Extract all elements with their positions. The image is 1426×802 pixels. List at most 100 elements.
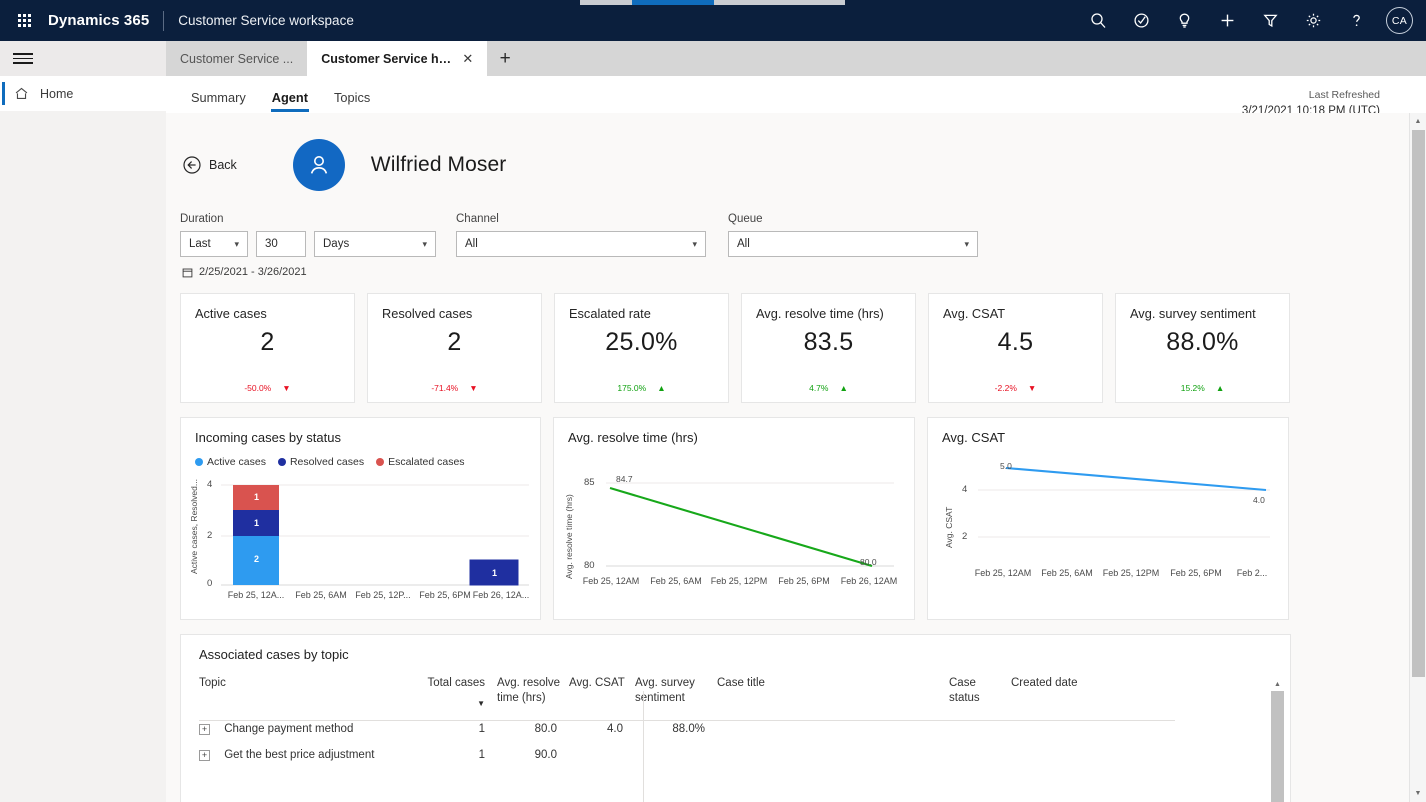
x-tick: Feb 2...	[1236, 568, 1268, 578]
expand-row-icon[interactable]: +	[199, 749, 210, 761]
bar-chart-plot: Active cases, Resolved... 4 2 0 1 1 2 1 …	[181, 418, 540, 619]
expand-row-icon[interactable]: +	[199, 723, 210, 735]
column-header-total-cases[interactable]: Total cases ▼	[425, 676, 497, 709]
legend-item-resolved-cases[interactable]: Resolved cases	[277, 456, 364, 468]
kpi-value: 83.5	[803, 328, 854, 356]
csat-chart-plot: Avg. CSAT 4 2 5.0 4.0 Feb 25, 12AM Feb 2…	[928, 418, 1288, 619]
legend-item-active-cases[interactable]: Active cases	[195, 456, 266, 468]
session-tab-0-label: Customer Service ...	[180, 51, 294, 66]
column-header-created-date[interactable]: Created date	[1011, 676, 1290, 709]
chart-incoming-cases-by-status[interactable]: Incoming cases by status Active cases Re…	[180, 417, 541, 620]
cell-topic-label: Get the best price adjustment	[224, 749, 375, 762]
table-row[interactable]: + Change payment method 1 80.0 4.0 88.0%	[181, 709, 1290, 735]
column-header-case-title[interactable]: Case title	[717, 676, 949, 709]
kpi-card-resolved-cases[interactable]: Resolved cases 2 -71.4% ▼	[367, 293, 542, 403]
trend-up-icon: ▲	[1215, 382, 1225, 393]
channel-select[interactable]: All ▾	[456, 231, 706, 257]
lightbulb-icon[interactable]	[1164, 0, 1204, 41]
session-tab-1[interactable]: Customer Service historic... ✕	[307, 41, 488, 76]
bar-value-label: 1	[254, 492, 260, 502]
point-label: 84.7	[616, 474, 633, 484]
column-header-avg-survey-sentiment[interactable]: Avg. survey sentiment	[635, 676, 717, 709]
plus-icon[interactable]	[1207, 0, 1247, 41]
app-launcher-button[interactable]	[0, 0, 48, 41]
tab-agent[interactable]: Agent	[261, 88, 319, 112]
sidebar-item-home[interactable]: Home	[0, 76, 166, 111]
hamburger-menu-icon[interactable]	[10, 46, 36, 72]
trend-down-icon: ▼	[1027, 382, 1037, 393]
tab-topics[interactable]: Topics	[323, 88, 381, 112]
chevron-down-icon: ▾	[422, 238, 427, 249]
duration-operator-select[interactable]: Last ▾	[180, 231, 248, 257]
y-tick: 80	[584, 560, 595, 571]
cell-topic[interactable]: + Get the best price adjustment	[181, 735, 425, 761]
column-label: Avg. CSAT	[569, 677, 625, 689]
kpi-delta: -50.0% ▼	[195, 383, 340, 393]
filter-icon[interactable]	[1250, 0, 1290, 41]
queue-label: Queue	[728, 213, 763, 225]
y-tick: 4	[962, 484, 968, 495]
table-column-divider	[643, 691, 644, 802]
search-icon[interactable]	[1078, 0, 1118, 41]
kpi-title: Avg. CSAT	[943, 306, 1006, 321]
page-scrollbar[interactable]: ▲ ▼	[1409, 113, 1426, 802]
agent-avatar	[292, 139, 345, 191]
table-row[interactable]: + Get the best price adjustment 1 90.0	[181, 735, 1290, 761]
table-scrollbar-thumb[interactable]	[1271, 691, 1284, 802]
column-header-avg-csat[interactable]: Avg. CSAT	[569, 676, 635, 709]
table-scrollbar[interactable]: ▲	[1271, 677, 1284, 802]
scroll-up-icon[interactable]: ▲	[1410, 113, 1426, 130]
close-icon[interactable]: ✕	[462, 51, 473, 67]
home-icon	[14, 86, 29, 101]
associated-cases-table-card: Associated cases by topic Topic Total ca…	[180, 634, 1291, 802]
column-header-case-status[interactable]: Case status	[949, 676, 1011, 709]
check-circle-icon[interactable]	[1121, 0, 1161, 41]
legend-swatch-icon	[376, 458, 385, 466]
session-tab-0[interactable]: Customer Service ...	[166, 41, 308, 76]
back-arrow-icon	[183, 156, 201, 174]
page-scrollbar-thumb[interactable]	[1412, 130, 1425, 677]
cell-case-status	[949, 735, 1011, 761]
x-tick: Feb 25, 12P...	[355, 590, 411, 600]
app-header: Dynamics 365 Customer Service workspace	[0, 0, 1426, 41]
back-button[interactable]: Back	[182, 155, 237, 175]
add-tab-button[interactable]: +	[487, 41, 523, 76]
tab-summary[interactable]: Summary	[180, 88, 257, 112]
duration-unit-select[interactable]: Days ▾	[314, 231, 436, 257]
column-label: Topic	[199, 677, 226, 689]
associated-cases-table: Topic Total cases ▼ Avg. resolve time (h…	[181, 676, 1290, 761]
legend-swatch-icon	[195, 458, 203, 466]
kpi-card-avg-resolve-time[interactable]: Avg. resolve time (hrs) 83.5 4.7% ▲	[741, 293, 916, 403]
chart-avg-resolve-time[interactable]: Avg. resolve time (hrs) Avg. resolve tim…	[553, 417, 915, 620]
cell-avg-csat	[569, 735, 635, 761]
cell-topic-label: Change payment method	[224, 723, 354, 736]
x-tick: Feb 25, 12AM	[582, 576, 640, 586]
trend-up-icon: ▲	[657, 382, 666, 393]
cell-topic[interactable]: + Change payment method	[181, 709, 425, 735]
trend-down-icon: ▼	[469, 382, 478, 393]
legend-label: Escalated cases	[388, 456, 465, 468]
x-tick: Feb 25, 6AM	[1041, 568, 1093, 578]
cell-case-status	[949, 709, 1011, 735]
kpi-card-avg-survey-sentiment[interactable]: Avg. survey sentiment 88.0% 15.2% ▲	[1115, 293, 1290, 403]
trend-up-icon: ▲	[839, 382, 848, 393]
queue-select[interactable]: All ▾	[728, 231, 978, 257]
help-icon[interactable]	[1336, 0, 1376, 41]
chart-avg-csat[interactable]: Avg. CSAT Avg. CSAT 4 2 5.0 4.0 Feb 25, …	[927, 417, 1289, 620]
column-header-topic[interactable]: Topic	[181, 676, 425, 709]
dashboard-content: Summary Agent Topics Last Refreshed 3/21…	[166, 76, 1426, 802]
legend-item-escalated-cases[interactable]: Escalated cases	[376, 456, 465, 468]
kpi-value: 2	[447, 328, 462, 356]
cell-avg-csat: 4.0	[607, 723, 623, 736]
user-avatar[interactable]: CA	[1386, 7, 1413, 34]
column-header-avg-resolve-time[interactable]: Avg. resolve time (hrs)	[497, 676, 569, 709]
kpi-card-escalated-rate[interactable]: Escalated rate 25.0% 175.0% ▲	[554, 293, 729, 403]
queue-filter-group: Queue All ▾	[728, 213, 978, 257]
scroll-up-icon[interactable]: ▲	[1271, 677, 1284, 691]
scroll-down-icon[interactable]: ▼	[1410, 785, 1426, 802]
duration-amount-input[interactable]: 30	[256, 231, 306, 257]
kpi-card-active-cases[interactable]: Active cases 2 -50.0% ▼	[180, 293, 355, 403]
bar-chart-svg	[221, 484, 529, 586]
kpi-card-avg-csat[interactable]: Avg. CSAT 4.5 -2.2% ▼	[928, 293, 1103, 403]
gear-icon[interactable]	[1293, 0, 1333, 41]
